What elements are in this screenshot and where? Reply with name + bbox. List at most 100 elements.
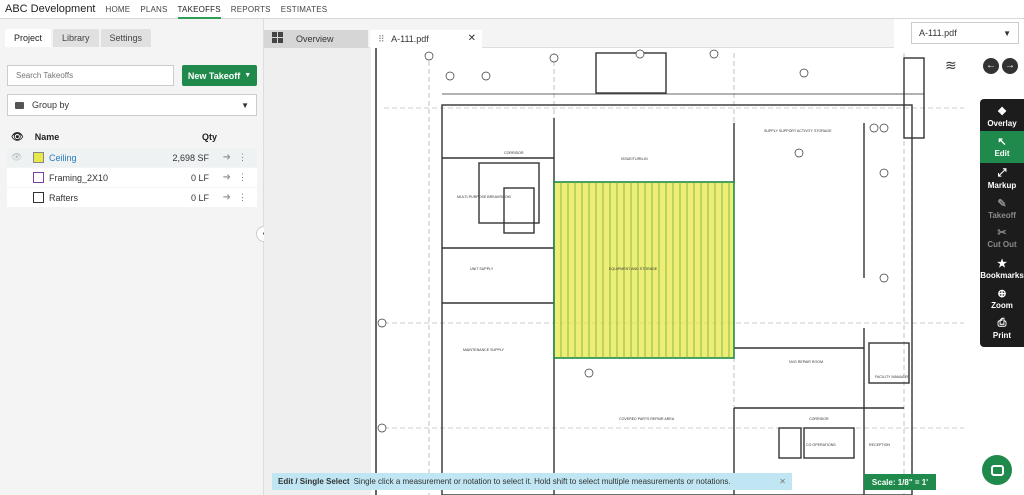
tool-bookmarks[interactable]: ★ Bookmarks — [980, 257, 1024, 280]
file-tab-label: A-111.pdf — [391, 34, 429, 44]
tool-print[interactable]: ⎙ Print — [980, 317, 1024, 340]
color-swatch — [33, 152, 44, 163]
group-by-dropdown[interactable]: Group by ▼ — [7, 94, 257, 116]
top-nav: ABC Development HOME PLANS TAKEOFFS REPO… — [0, 0, 1024, 19]
mode-hint-text: Single click a measurement or notation t… — [353, 477, 731, 486]
tool-zoom[interactable]: ⊕ Zoom — [980, 287, 1024, 310]
close-icon[interactable]: ✕ — [779, 477, 786, 486]
room-label: MULTI-PURPOSE BREAKROOM — [457, 195, 511, 199]
folder-icon — [15, 101, 24, 109]
arrow-right-icon[interactable]: ➜ — [223, 192, 231, 203]
mode-title: Edit / Single Select — [278, 477, 350, 486]
pdf-selector-value: A-111.pdf — [919, 28, 957, 38]
brand-title[interactable]: ABC Development — [0, 3, 96, 15]
tool-takeoff: ✎ Takeoff — [980, 197, 1024, 220]
star-icon: ★ — [997, 258, 1007, 270]
close-icon[interactable]: ✕ — [468, 30, 476, 48]
arrow-right-icon[interactable]: ➜ — [223, 172, 231, 183]
tool-label: Edit — [994, 149, 1010, 158]
takeoff-name: Framing_2X10 — [49, 172, 109, 183]
column-qty: Qty — [201, 132, 217, 142]
takeoff-name: Ceiling — [49, 152, 77, 163]
markup-icon: ⤢ — [997, 167, 1007, 179]
room-label: RECEPTION — [869, 443, 890, 447]
panel-tabs: Project Library Settings — [5, 29, 153, 47]
tool-label: Bookmarks — [980, 271, 1024, 280]
mode-hint-bar: Edit / Single Select Single click a meas… — [272, 473, 792, 490]
canvas-margin — [264, 48, 371, 495]
floor-plan[interactable]: MULTI-PURPOSE BREAKROOM CORRIDOR UNIT SU… — [264, 48, 1024, 495]
more-icon[interactable]: ⋮ — [238, 172, 247, 183]
takeoff-qty: 2,698 SF — [172, 152, 209, 163]
layers-icon[interactable]: ≋ — [945, 57, 957, 74]
chevron-down-icon: ▼ — [244, 72, 252, 79]
room-label: MAINTENANCE SUPPLY — [463, 348, 505, 352]
tab-a111-pdf[interactable]: ⠿ A-111.pdf ✕ — [370, 30, 482, 48]
room-label: EQUIPMENT AND STORAGE — [609, 267, 658, 271]
column-name: Name — [34, 132, 60, 142]
new-takeoff-label: New Takeoff — [187, 70, 241, 81]
tool-markup[interactable]: ⤢ Markup — [980, 167, 1024, 190]
takeoff-panel: Project Library Settings New Takeoff ▼ G… — [0, 19, 264, 495]
takeoff-qty: 0 LF — [190, 192, 209, 203]
takeoff-name: Rafters — [49, 192, 79, 203]
arrow-left-icon[interactable]: ← — [983, 58, 999, 74]
nav-reports[interactable]: REPORTS — [231, 0, 271, 19]
chevron-down-icon: ▼ — [1003, 28, 1011, 38]
takeoff-qty: 0 LF — [190, 172, 209, 183]
chat-button[interactable] — [982, 455, 1012, 485]
overview-label: Overview — [296, 34, 334, 44]
tool-bar: ❖ Overlay ↖ Edit ⤢ Markup ✎ Takeoff ✂ Cu… — [980, 99, 1024, 347]
room-label: ISSUE/TURN-IN — [621, 157, 648, 161]
arrow-right-icon[interactable]: ➜ — [223, 152, 231, 163]
tool-label: Print — [992, 331, 1012, 340]
room-label: FACILITY MANAGER — [875, 375, 910, 379]
document-tabs: Overview ⠿ A-111.pdf ✕ — [264, 19, 894, 48]
tool-label: Takeoff — [988, 211, 1016, 220]
scale-label: Scale: 1/8" = 1' — [871, 477, 929, 487]
page-nav: ← → — [983, 58, 1018, 74]
plan-canvas[interactable]: MULTI-PURPOSE BREAKROOM CORRIDOR UNIT SU… — [264, 48, 1024, 495]
new-takeoff-button[interactable]: New Takeoff ▼ — [182, 65, 257, 86]
pointer-icon: ↖ — [997, 136, 1007, 148]
tab-project[interactable]: Project — [5, 29, 52, 47]
pdf-selector[interactable]: A-111.pdf ▼ — [911, 22, 1019, 44]
tool-overlay[interactable]: ❖ Overlay — [980, 105, 1024, 128]
linear-swatch-icon — [33, 192, 44, 203]
visibility-icon[interactable]: 👁 — [11, 152, 22, 163]
overlay-icon: ❖ — [997, 106, 1007, 118]
table-row[interactable]: Framing_2X10 0 LF ➜ ⋮ — [7, 168, 257, 187]
group-by-label: Group by — [32, 100, 70, 110]
eye-icon[interactable]: 👁 — [11, 132, 24, 143]
room-label: CO OPERATIONS — [806, 443, 836, 447]
scale-badge[interactable]: Scale: 1/8" = 1' — [864, 474, 936, 490]
table-row[interactable]: 👁 Ceiling 2,698 SF ➜ ⋮ — [7, 148, 257, 167]
room-label: CORRIDOR — [504, 151, 524, 155]
tool-label: Cut Out — [987, 240, 1017, 249]
nav-takeoffs[interactable]: TAKEOFFS — [177, 0, 221, 19]
grid-icon — [272, 32, 283, 43]
room-label: COVERED PARTS REPAIR AREA — [619, 417, 675, 421]
room-label: UNIT SUPPLY — [470, 267, 494, 271]
takeoff-table-header: 👁 Name Qty — [7, 127, 257, 147]
nav-estimates[interactable]: ESTIMATES — [281, 0, 328, 19]
more-icon[interactable]: ⋮ — [238, 152, 247, 163]
search-takeoffs-input[interactable] — [7, 65, 174, 86]
room-label: NVG REPAIR ROOM — [789, 360, 823, 364]
tool-cut-out: ✂ Cut Out — [980, 226, 1024, 249]
nav-home[interactable]: HOME — [106, 0, 131, 19]
linear-swatch-icon — [33, 172, 44, 183]
nav-plans[interactable]: PLANS — [140, 0, 167, 19]
tool-label: Zoom — [991, 301, 1013, 310]
room-label: SUPPLY SUPPORT ACTIVITY STORAGE — [764, 129, 832, 133]
room-label: CORRIDOR — [809, 417, 829, 421]
tab-settings[interactable]: Settings — [100, 29, 152, 47]
tab-library[interactable]: Library — [53, 29, 99, 47]
tool-label: Markup — [987, 181, 1017, 190]
chevron-down-icon: ▼ — [241, 100, 249, 110]
drag-handle-icon[interactable]: ⠿ — [378, 34, 385, 44]
table-row[interactable]: Rafters 0 LF ➜ ⋮ — [7, 188, 257, 207]
tool-edit[interactable]: ↖ Edit — [980, 131, 1024, 163]
more-icon[interactable]: ⋮ — [238, 192, 247, 203]
arrow-right-icon[interactable]: → — [1002, 58, 1018, 74]
